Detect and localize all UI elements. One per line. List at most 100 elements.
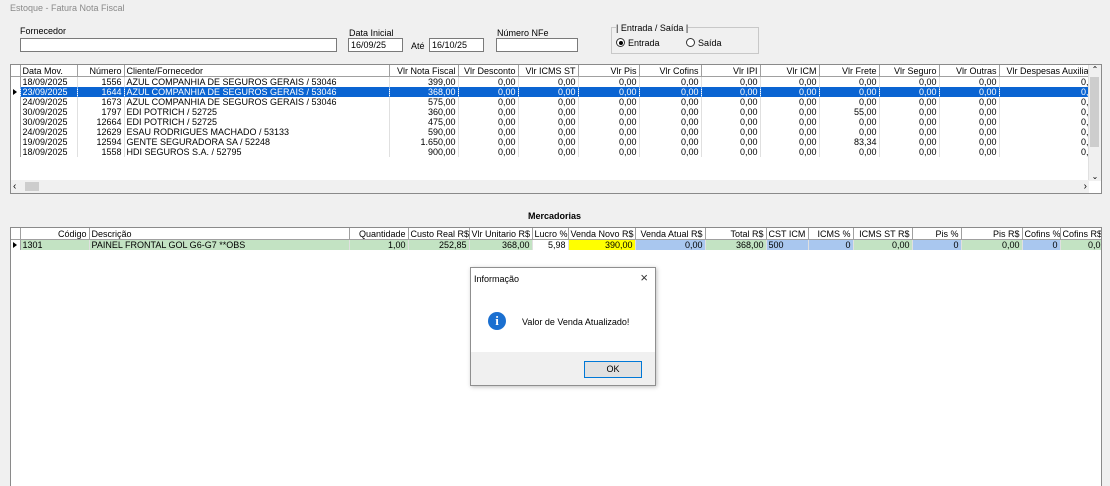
merch-column-header[interactable]: ICMS ST R$ [853,228,913,240]
invoice-cell[interactable]: 0,00 [879,127,940,137]
scroll-down-arrow-icon[interactable]: ⌄ [1089,172,1101,181]
invoice-cell[interactable]: 12629 [77,127,125,137]
invoice-cell[interactable]: 0,00 [578,127,640,137]
invoice-cell[interactable]: 0,00 [458,76,519,87]
invoice-cell[interactable]: 575,00 [389,97,459,107]
data-final-input[interactable]: 16/10/25 [429,38,484,52]
invoice-cell[interactable]: 0,00 [578,147,640,157]
invoice-cell[interactable]: 0,00 [760,137,820,147]
saida-radio[interactable] [686,38,695,47]
invoice-cell[interactable]: 0,00 [879,107,940,117]
invoice-cell[interactable]: 0,00 [518,107,579,117]
invoice-row[interactable]: 18/09/2025 1558 HDI SEGUROS S.A. / 52795 90… [11,147,1092,157]
entrada-radio-label[interactable]: Entrada [628,38,660,48]
invoice-cell[interactable]: 0,00 [458,127,519,137]
invoice-row[interactable]: 24/09/2025 12629 ESAU RODRIGUES MACHADO / … [11,127,1092,137]
invoice-cell[interactable]: 0,00 [578,107,640,117]
merch-column-header[interactable]: Descrição [89,228,350,240]
invoice-cell[interactable]: 1556 [77,76,125,87]
invoice-cell[interactable]: 0,00 [458,147,519,157]
invoice-cell[interactable]: 0, [999,147,1092,157]
nfe-input[interactable] [496,38,578,52]
merch-cell[interactable]: 1301 [20,239,90,250]
invoice-cell[interactable]: 0,00 [518,117,579,127]
close-icon[interactable]: × [640,270,648,285]
invoice-cell[interactable]: 0,00 [578,97,640,107]
merch-cell[interactable]: 0 [912,239,962,250]
invoice-cell[interactable]: 12594 [77,137,125,147]
invoice-cell[interactable]: AZUL COMPANHIA DE SEGUROS GERAIS / 53046 [124,87,390,97]
merch-column-header[interactable]: Cofins R$ [1060,228,1101,240]
merch-cell[interactable]: 252,85 [408,239,470,250]
merch-cell[interactable]: 500 [766,239,809,250]
invoice-cell[interactable]: 0,00 [518,76,579,87]
invoice-cell[interactable]: 0,00 [879,137,940,147]
invoice-cell[interactable]: 0,00 [879,97,940,107]
invoice-cell[interactable]: 0,00 [701,127,761,137]
invoice-horizontal-scrollbar[interactable]: ‹ › [11,180,1089,193]
invoice-cell[interactable]: 0, [999,137,1092,147]
invoice-cell[interactable]: 0,00 [939,127,1000,137]
invoice-column-header[interactable]: Vlr Desconto [458,65,519,77]
ok-button[interactable]: OK [584,361,642,378]
invoice-cell[interactable]: 0,00 [939,147,1000,157]
invoice-cell[interactable]: 360,00 [389,107,459,117]
invoice-row[interactable]: 23/09/2025 1644 AZUL COMPANHIA DE SEGUROS … [11,87,1092,97]
vertical-scroll-thumb[interactable] [1090,77,1099,147]
merch-cell[interactable]: 1,00 [349,239,409,250]
merch-cell[interactable]: 0 [808,239,854,250]
invoice-cell[interactable]: 0,00 [639,137,702,147]
invoice-cell[interactable]: 0,00 [760,97,820,107]
invoice-cell[interactable]: 24/09/2025 [20,127,78,137]
invoice-cell[interactable]: 900,00 [389,147,459,157]
invoice-cell[interactable]: 18/09/2025 [20,147,78,157]
invoice-cell[interactable]: 0,00 [639,127,702,137]
invoice-cell[interactable]: 0,00 [458,117,519,127]
merch-column-header[interactable]: Venda Novo R$ [568,228,636,240]
invoice-cell[interactable]: 0, [999,97,1092,107]
invoice-cell[interactable]: 55,00 [819,107,880,117]
invoice-column-header[interactable]: Vlr Nota Fiscal [389,65,459,77]
invoice-cell[interactable]: 0,00 [639,76,702,87]
invoice-cell[interactable]: 0,00 [939,87,1000,97]
invoice-cell[interactable]: HDI SEGUROS S.A. / 52795 [124,147,390,157]
merch-column-header[interactable]: Código [20,228,90,240]
invoice-cell[interactable]: 1673 [77,97,125,107]
invoice-cell[interactable]: 368,00 [389,87,459,97]
invoice-column-header[interactable]: Vlr IPI [701,65,761,77]
invoice-cell[interactable]: 0,00 [819,127,880,137]
invoice-cell[interactable]: 0,00 [578,117,640,127]
invoice-cell[interactable]: 0,00 [760,76,820,87]
invoice-cell[interactable]: 0,00 [879,76,940,87]
invoice-cell[interactable]: 0,00 [760,127,820,137]
invoice-cell[interactable]: 0,00 [518,87,579,97]
invoice-cell[interactable]: 0,00 [879,87,940,97]
merch-column-header[interactable]: Cofins % [1022,228,1061,240]
invoice-column-header[interactable]: Vlr Outras [939,65,1000,77]
invoice-grid[interactable]: Data Mov. Número Cliente/Fornecedor Vlr Not… [10,64,1102,194]
invoice-cell[interactable]: 0,00 [939,76,1000,87]
invoice-cell[interactable]: 0,00 [518,97,579,107]
invoice-cell[interactable]: 1644 [77,87,125,97]
invoice-cell[interactable]: 1797 [77,107,125,117]
invoice-cell[interactable]: 1.650,00 [389,137,459,147]
invoice-cell[interactable]: 19/09/2025 [20,137,78,147]
invoice-cell[interactable]: 23/09/2025 [20,87,78,97]
invoice-cell[interactable]: 0, [999,87,1092,97]
invoice-cell[interactable]: 0,00 [639,117,702,127]
invoice-cell[interactable]: 0,00 [701,117,761,127]
merch-cell[interactable]: 0,0 [1060,239,1101,250]
invoice-cell[interactable]: 0,00 [701,97,761,107]
invoice-column-header[interactable]: Vlr Seguro [879,65,940,77]
invoice-cell[interactable]: 0,00 [639,87,702,97]
invoice-cell[interactable]: 0,00 [578,137,640,147]
invoice-column-header[interactable]: Vlr Pis [578,65,640,77]
merch-cell[interactable]: 368,00 [469,239,533,250]
invoice-cell[interactable]: 0,00 [939,107,1000,117]
merch-cell[interactable]: PAINEL FRONTAL GOL G6-G7 **OBS [89,239,350,250]
invoice-cell[interactable]: 0, [999,76,1092,87]
merch-column-header[interactable]: Venda Atual R$ [635,228,706,240]
merch-cell[interactable]: 0,00 [961,239,1023,250]
invoice-cell[interactable]: 30/09/2025 [20,117,78,127]
merch-column-header[interactable]: Pis % [912,228,962,240]
